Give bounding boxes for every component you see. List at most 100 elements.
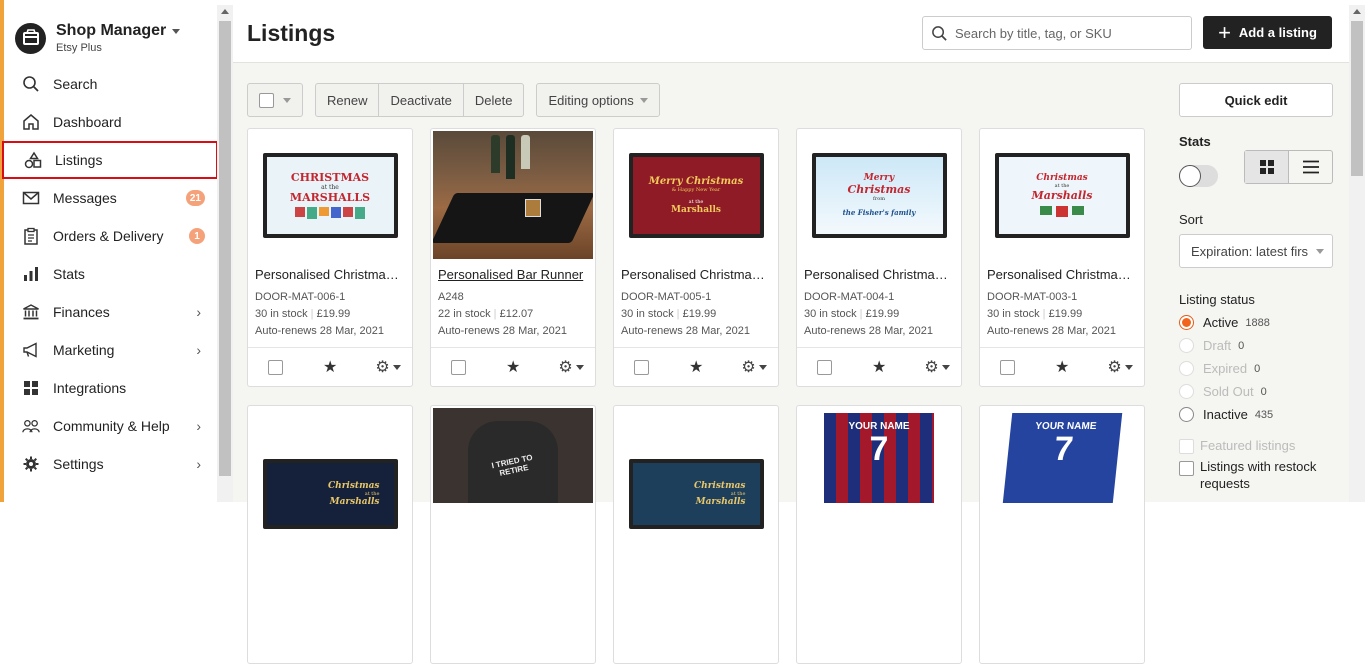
listing-title[interactable]: Personalised Christmas Door Mat [987, 267, 1137, 282]
page-title: Listings [247, 20, 336, 46]
sidebar-item-dashboard[interactable]: Dashboard [4, 103, 217, 141]
renew-button[interactable]: Renew [316, 84, 380, 116]
listing-image[interactable]: I TRIED TO RETIRE [433, 408, 593, 503]
status-draft[interactable]: Draft 0 [1179, 334, 1349, 357]
restock-filter[interactable]: Listings with restock requests [1179, 459, 1349, 492]
radio-inactive[interactable] [1179, 407, 1194, 422]
select-all-dropdown[interactable] [247, 83, 303, 117]
gear-menu-button[interactable]: ⚙ [375, 357, 401, 377]
radio-draft[interactable] [1179, 338, 1194, 353]
listing-image[interactable]: Christmas at the Marshalls [250, 434, 410, 529]
delete-button[interactable]: Delete [464, 84, 524, 116]
restock-label: Listings with restock requests [1200, 459, 1317, 491]
sidebar-item-marketing[interactable]: Marketing › [4, 331, 217, 369]
stats-toggle[interactable] [1179, 165, 1218, 187]
select-all-checkbox[interactable] [259, 92, 274, 108]
add-listing-button[interactable]: + Add a listing [1203, 16, 1332, 49]
listing-title[interactable]: Personalised Christmas Door Mat [255, 267, 405, 282]
sidebar-item-finances[interactable]: Finances › [4, 293, 217, 331]
gear-menu-button[interactable]: ⚙ [741, 357, 767, 377]
status-active[interactable]: Active 1888 [1179, 311, 1349, 334]
gear-menu-button[interactable]: ⚙ [1107, 357, 1133, 377]
sidebar-item-orders[interactable]: Orders & Delivery 1 [4, 217, 217, 255]
listing-card[interactable]: YOUR NAME 7 [979, 405, 1145, 664]
sidebar-item-listings[interactable]: Listings [2, 141, 218, 179]
page-scrollbar[interactable] [1349, 5, 1365, 502]
chevron-right-icon: › [196, 304, 201, 320]
listing-image[interactable]: YOUR NAME 7 [982, 408, 1142, 503]
listing-image[interactable]: Merry Christmas & Happy New Year at the … [616, 131, 776, 259]
listing-image[interactable]: CHRISTMAS at the MARSHALLS [250, 131, 410, 259]
deactivate-button[interactable]: Deactivate [379, 84, 464, 116]
listing-card[interactable]: YOUR NAME 7 [796, 405, 962, 664]
sidebar-item-label: Search [53, 76, 98, 92]
listing-checkbox[interactable] [817, 359, 832, 375]
listing-checkbox[interactable] [1000, 359, 1015, 375]
status-sold-out[interactable]: Sold Out 0 [1179, 380, 1349, 403]
sidebar-item-stats[interactable]: Stats [4, 255, 217, 293]
sidebar-item-messages[interactable]: Messages 21 [4, 179, 217, 217]
sidebar-item-community[interactable]: Community & Help › [4, 407, 217, 445]
shop-switcher[interactable]: Shop Manager Etsy Plus [15, 20, 181, 56]
listing-title[interactable]: Personalised Christmas Door Mat [621, 267, 771, 282]
listing-checkbox[interactable] [634, 359, 649, 375]
status-inactive[interactable]: Inactive 435 [1179, 403, 1349, 426]
sort-select[interactable]: Expiration: latest first [1179, 234, 1333, 268]
scrollbar-thumb[interactable] [1351, 21, 1363, 176]
radio-sold-out[interactable] [1179, 384, 1194, 399]
listing-card[interactable]: Merry Christmas from the Fisher's family… [796, 128, 962, 387]
quick-edit-button[interactable]: Quick edit [1179, 83, 1333, 117]
listing-image[interactable]: Christmas at the Marshalls [616, 434, 776, 529]
featured-checkbox[interactable] [1179, 439, 1194, 454]
grid-view-button[interactable] [1245, 151, 1289, 183]
mat-text: Christmas [1036, 173, 1088, 183]
listing-card[interactable]: Personalised Bar Runner A248 22 in stock… [430, 128, 596, 387]
sidebar-item-integrations[interactable]: Integrations [4, 369, 217, 407]
listing-image[interactable]: Merry Christmas from the Fisher's family [799, 131, 959, 259]
sidebar-item-label: Finances [53, 304, 110, 320]
chevron-right-icon: › [196, 342, 201, 358]
scroll-up-icon[interactable] [221, 9, 229, 14]
search-input[interactable]: Search by title, tag, or SKU [922, 16, 1192, 50]
listing-card[interactable]: Christmas at the Marshalls [613, 405, 779, 664]
listing-checkbox[interactable] [451, 359, 466, 375]
star-icon[interactable]: ★ [872, 357, 886, 377]
gear-menu-button[interactable]: ⚙ [924, 357, 950, 377]
listing-image[interactable] [433, 131, 593, 259]
listing-card[interactable]: I TRIED TO RETIRE [430, 405, 596, 664]
scrollbar-thumb[interactable] [219, 21, 231, 476]
radio-expired[interactable] [1179, 361, 1194, 376]
header: Listings Search by title, tag, or SKU + … [233, 5, 1349, 63]
listing-image[interactable]: Christmas at the Marshalls [982, 131, 1142, 259]
star-icon[interactable]: ★ [1055, 357, 1069, 377]
gear-menu-button[interactable]: ⚙ [558, 357, 584, 377]
listing-checkbox[interactable] [268, 359, 283, 375]
radio-active[interactable] [1179, 315, 1194, 330]
editing-options-dropdown[interactable]: Editing options [536, 83, 660, 117]
home-icon [22, 113, 40, 131]
shop-plan: Etsy Plus [56, 42, 102, 54]
mat-text: the Fisher's family [842, 208, 916, 217]
caret-down-icon [941, 364, 950, 370]
star-icon[interactable]: ★ [506, 357, 520, 377]
listing-card[interactable]: CHRISTMAS at the MARSHALLS Personalised … [247, 128, 413, 387]
bar-bottles [491, 135, 530, 179]
list-view-button[interactable] [1289, 151, 1332, 183]
caret-down-icon [172, 28, 181, 34]
listing-card[interactable]: Merry Christmas & Happy New Year at the … [613, 128, 779, 387]
listing-card[interactable]: Christmas at the Marshalls Personalised … [979, 128, 1145, 387]
listing-card[interactable]: Christmas at the Marshalls [247, 405, 413, 664]
listing-title[interactable]: Personalised Christmas Door Mat [804, 267, 954, 282]
status-expired[interactable]: Expired 0 [1179, 357, 1349, 380]
listing-title[interactable]: Personalised Bar Runner [438, 267, 588, 282]
sidebar-item-search[interactable]: Search [4, 65, 217, 103]
restock-checkbox[interactable] [1179, 461, 1194, 476]
star-icon[interactable]: ★ [689, 357, 703, 377]
star-icon[interactable]: ★ [323, 357, 337, 377]
sidebar-item-settings[interactable]: Settings › [4, 445, 217, 483]
scroll-up-icon[interactable] [1353, 9, 1361, 14]
status-label: Sold Out [1203, 384, 1254, 399]
listing-image[interactable]: YOUR NAME 7 [799, 408, 959, 503]
featured-filter[interactable]: Featured listings [1179, 438, 1349, 454]
sidebar-scrollbar[interactable] [217, 5, 233, 502]
